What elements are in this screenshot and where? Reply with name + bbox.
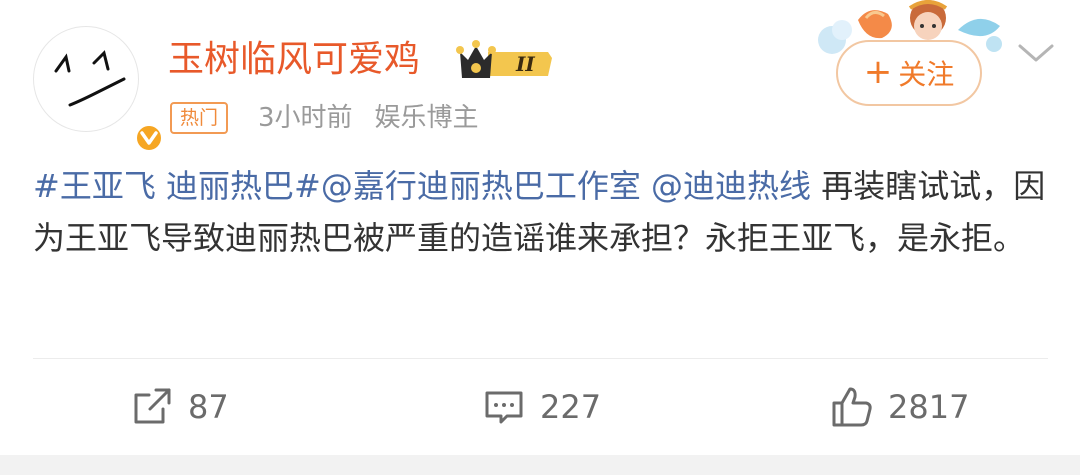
- level-badge-text: II: [515, 52, 535, 76]
- feed-separator: [0, 455, 1080, 475]
- chevron-down-icon[interactable]: [1016, 40, 1056, 66]
- verified-icon: [134, 123, 164, 153]
- thumbs-up-icon: [832, 387, 872, 427]
- post-category: 娱乐博主: [374, 103, 479, 133]
- post-card: 玉树临风可爱鸡 II 热门 3小时前 娱乐博主 + 关注 #王亚飞 迪丽热巴#@…: [0, 0, 1080, 455]
- level-badge-icon: II: [452, 38, 556, 82]
- follow-label: 关注: [898, 58, 955, 91]
- comment-icon: [485, 391, 523, 424]
- follow-button[interactable]: + 关注: [836, 40, 982, 106]
- share-icon: [134, 388, 171, 424]
- avatar[interactable]: [33, 26, 164, 153]
- mention-link-studio[interactable]: @嘉行迪丽热巴工作室: [321, 167, 641, 205]
- repost-count: 87: [188, 388, 229, 426]
- avatar-face: [54, 50, 126, 107]
- post-time: 3小时前: [258, 103, 353, 133]
- divider: [33, 358, 1048, 359]
- mention-link-hotline[interactable]: @迪迪热线: [651, 167, 811, 205]
- topic-link[interactable]: #王亚飞 迪丽热巴#: [33, 167, 321, 205]
- like-count: 2817: [888, 388, 970, 426]
- comment-button[interactable]: 227: [482, 382, 601, 432]
- hot-tag: 热门: [170, 102, 229, 134]
- post-content: #王亚飞 迪丽热巴#@嘉行迪丽热巴工作室 @迪迪热线 再装瞎试试，因为王亚飞导致…: [33, 160, 1048, 264]
- plus-icon: +: [863, 52, 893, 92]
- repost-button[interactable]: 87: [130, 382, 229, 432]
- username[interactable]: 玉树临风可爱鸡: [168, 36, 420, 84]
- like-button[interactable]: 2817: [830, 382, 969, 432]
- post-meta: 3小时前 娱乐博主: [258, 98, 479, 138]
- comment-count: 227: [540, 388, 602, 426]
